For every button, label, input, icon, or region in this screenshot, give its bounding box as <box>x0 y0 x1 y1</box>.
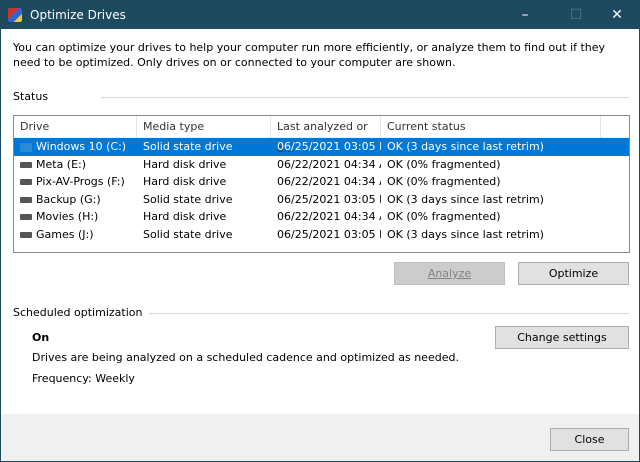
divider <box>101 97 629 98</box>
table-row[interactable]: Movies (H:) Hard disk drive 06/22/2021 0… <box>14 208 629 226</box>
list-header: Drive Media type Last analyzed or o... C… <box>14 115 629 155</box>
drive-name: Windows 10 (C:) <box>36 140 127 154</box>
current-status-cell: OK (0% fragmented) <box>387 210 501 224</box>
media-type-cell: Hard disk drive <box>143 157 227 171</box>
drive-name: Movies (H:) <box>36 210 99 224</box>
table-row[interactable]: Meta (E:) Hard disk drive 06/22/2021 04:… <box>14 156 629 174</box>
description-text: You can optimize your drives to help you… <box>13 41 606 69</box>
current-status-cell: OK (3 days since last retrim) <box>387 140 544 154</box>
media-type-cell: Solid state drive <box>143 140 233 154</box>
table-row[interactable]: Backup (G:) Solid state drive 06/25/2021… <box>14 191 629 209</box>
drive-name: Backup (G:) <box>36 192 101 206</box>
title-bar[interactable]: Optimize Drives – ☐ ✕ <box>0 0 640 29</box>
last-analyzed-cell: 06/22/2021 04:34 A... <box>277 157 381 171</box>
column-header-current-status[interactable]: Current status <box>381 115 601 138</box>
drive-icon <box>20 196 32 203</box>
table-row[interactable]: Games (J:) Solid state drive 06/25/2021 … <box>14 226 629 244</box>
os-drive-icon <box>20 142 32 152</box>
optimize-button[interactable]: Optimize <box>518 262 629 285</box>
column-header-last-analyzed[interactable]: Last analyzed or o... <box>271 115 381 155</box>
column-header-media-type[interactable]: Media type <box>137 115 271 138</box>
last-analyzed-cell: 06/22/2021 04:34 A... <box>277 175 381 189</box>
drive-icon <box>20 161 32 168</box>
table-row[interactable]: Pix-AV-Progs (F:) Hard disk drive 06/22/… <box>14 173 629 191</box>
close-label: Close <box>574 433 605 446</box>
defrag-app-icon <box>8 7 22 22</box>
minimize-button[interactable]: – <box>502 0 548 29</box>
drive-cell: Windows 10 (C:) <box>14 140 137 153</box>
analyze-label: Analyze <box>427 267 472 280</box>
drive-cell: Games (J:) <box>14 228 137 241</box>
close-window-button[interactable]: ✕ <box>594 0 640 29</box>
schedule-description: Drives are being analyzed on a scheduled… <box>32 351 459 364</box>
status-heading: Status <box>13 90 49 103</box>
drive-cell: Pix-AV-Progs (F:) <box>14 175 137 188</box>
media-type-cell: Solid state drive <box>143 192 233 206</box>
current-status-cell: OK (0% fragmented) <box>387 157 501 171</box>
schedule-frequency: Frequency: Weekly <box>32 372 135 385</box>
drive-cell: Backup (G:) <box>14 193 137 206</box>
maximize-button[interactable]: ☐ <box>553 0 599 29</box>
media-type-cell: Solid state drive <box>143 227 233 241</box>
last-analyzed-cell: 06/25/2021 03:05 P... <box>277 140 381 154</box>
last-analyzed-cell: 06/22/2021 04:34 A... <box>277 210 381 224</box>
drive-icon <box>20 179 32 186</box>
last-analyzed-cell: 06/25/2021 03:05 P... <box>277 227 381 241</box>
current-status-cell: OK (0% fragmented) <box>387 175 501 189</box>
drive-list[interactable]: Drive Media type Last analyzed or o... C… <box>13 115 630 253</box>
drive-name: Pix-AV-Progs (F:) <box>36 175 125 189</box>
close-button[interactable]: Close <box>550 428 629 451</box>
column-header-drive[interactable]: Drive <box>14 115 137 138</box>
current-status-cell: OK (3 days since last retrim) <box>387 192 544 206</box>
drive-cell: Movies (H:) <box>14 210 137 223</box>
change-settings-button[interactable]: Change settings <box>495 326 629 349</box>
drive-name: Meta (E:) <box>36 157 87 171</box>
current-status-cell: OK (3 days since last retrim) <box>387 227 544 241</box>
drive-name: Games (J:) <box>36 227 94 241</box>
last-analyzed-cell: 06/25/2021 03:05 P... <box>277 192 381 206</box>
dialog-body: You can optimize your drives to help you… <box>0 29 640 462</box>
media-type-cell: Hard disk drive <box>143 175 227 189</box>
window-title: Optimize Drives <box>30 7 126 22</box>
scheduled-heading: Scheduled optimization <box>13 306 143 319</box>
drive-icon <box>20 231 32 238</box>
analyze-button[interactable]: Analyze <box>394 262 505 285</box>
drive-icon <box>20 214 32 221</box>
drive-cell: Meta (E:) <box>14 158 137 171</box>
optimize-label: Optimize <box>548 267 599 280</box>
schedule-state: On <box>32 331 50 344</box>
media-type-cell: Hard disk drive <box>143 210 227 224</box>
footer <box>1 414 639 461</box>
table-row[interactable]: Windows 10 (C:) Solid state drive 06/25/… <box>14 138 629 156</box>
divider <box>149 313 629 314</box>
